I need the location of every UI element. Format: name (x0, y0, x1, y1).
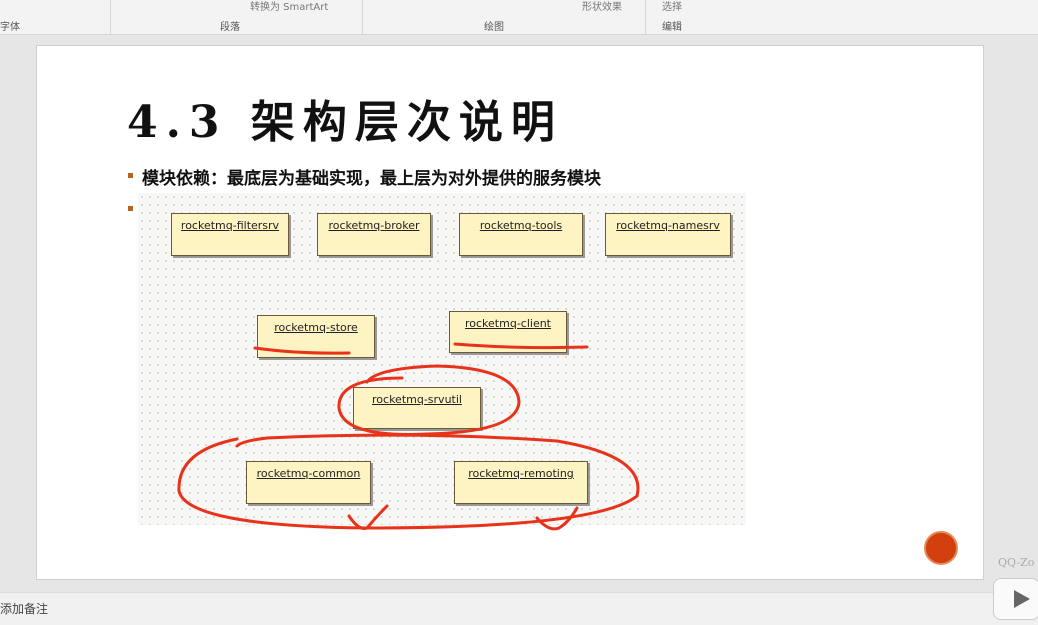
bullet-text: 模块依赖：最底层为基础实现，最上层为对外提供的服务模块 (142, 169, 601, 189)
bullet-marker (128, 206, 133, 211)
module-store: rocketmq-store (257, 315, 375, 358)
module-remoting: rocketmq-remoting (454, 461, 588, 504)
group-editing: 编辑 (662, 22, 682, 33)
play-icon[interactable] (993, 578, 1038, 620)
shape-effects-button[interactable]: 形状效果 (582, 0, 622, 13)
module-broker: rocketmq-broker (317, 213, 431, 256)
group-paragraph: 段落 (220, 22, 240, 33)
module-srvutil: rocketmq-srvutil (353, 387, 481, 429)
slide-canvas[interactable]: 4.3 架构层次说明 模块依赖：最底层为基础实现，最上层为对外提供的服务模块 r… (36, 45, 984, 580)
watermark: QQ-Zo (998, 556, 1035, 569)
convert-smartart-button[interactable]: 转换为 SmartArt (250, 0, 328, 13)
group-font: 字体 (0, 22, 20, 33)
record-button[interactable] (924, 531, 958, 565)
notes-placeholder: 添加备注 (0, 602, 49, 616)
module-namesrv: rocketmq-namesrv (605, 213, 731, 256)
module-common: rocketmq-common (246, 461, 371, 504)
select-button[interactable]: 选择 (662, 0, 682, 13)
group-drawing: 绘图 (484, 22, 504, 33)
module-filtersrv: rocketmq-filtersrv (171, 213, 289, 256)
slide-title: 4.3 架构层次说明 (127, 97, 563, 148)
notes-pane[interactable]: 添加备注 (0, 592, 1038, 625)
module-client: rocketmq-client (449, 311, 567, 353)
bullet-marker (128, 173, 133, 178)
ribbon: 转换为 SmartArt 形状效果 选择 字体 段落 绘图 编辑 (0, 0, 1038, 35)
module-diagram: rocketmq-filtersrv rocketmq-broker rocke… (138, 193, 746, 525)
module-tools: rocketmq-tools (459, 213, 583, 256)
